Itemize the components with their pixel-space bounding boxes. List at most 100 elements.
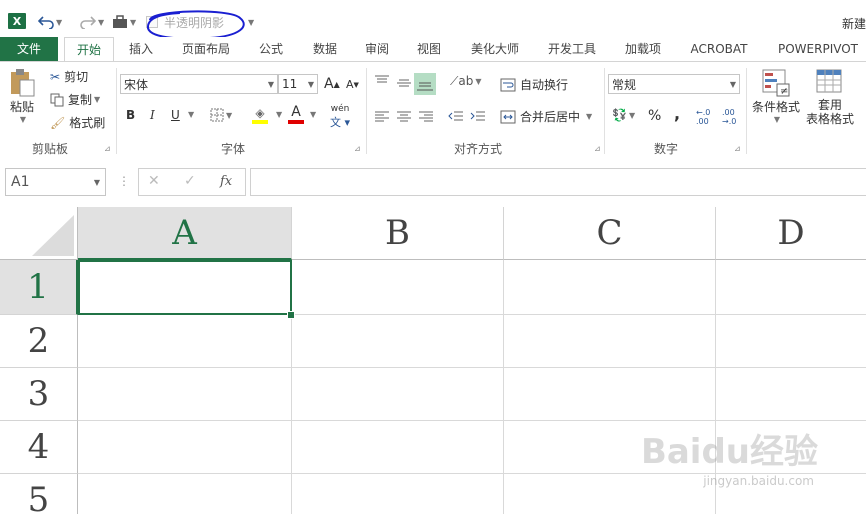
tab-beautify-master[interactable]: 美化大师 [464,37,526,61]
redo-icon [80,16,96,29]
column-header-d[interactable]: D [716,207,866,260]
separator [604,68,605,154]
row-header-4[interactable]: 4 [0,421,78,474]
formula-input[interactable] [250,168,866,196]
cut-button[interactable]: ✂ 剪切 [50,68,88,85]
fill-bucket-icon: ◈ [255,106,265,120]
document-title: 新建 [841,17,866,31]
border-button[interactable]: ▼ [210,108,232,122]
align-top-icon[interactable] [374,74,390,88]
fill-handle[interactable] [287,311,295,319]
font-color-button[interactable]: A [288,104,304,124]
wrap-text-button[interactable]: 自动换行 [500,76,568,93]
separator [746,68,747,154]
toolbox-icon [113,15,127,28]
conditional-format-label: 条件格式 [752,100,801,114]
conditional-format-button[interactable]: ≠ 条件格式 ▼ [752,68,800,124]
fill-color-dropdown[interactable]: ▼ [274,110,282,119]
undo-button[interactable]: ▼ [38,12,62,32]
shrink-font-button[interactable]: A ▼ [346,78,359,91]
insert-function-icon[interactable]: fx [220,174,232,189]
phonetic-button[interactable]: wén 文 ▾ [330,104,350,130]
column-header-c[interactable]: C [504,207,716,260]
clipboard-launcher-icon[interactable]: ⊿ [104,144,111,153]
font-name-value: 宋体 [124,77,149,92]
paste-label: 粘贴 [9,100,34,114]
font-launcher-icon[interactable]: ⊿ [354,144,361,153]
align-right-icon[interactable] [418,110,434,124]
orientation-button[interactable]: ⟋ab ▼ [450,74,482,89]
comma-button[interactable]: , [674,104,680,123]
shrink-font-icon: A [346,78,354,91]
align-center-icon[interactable] [396,110,412,124]
svg-text:≠: ≠ [780,86,788,97]
tab-review[interactable]: 审阅 [356,37,398,61]
tab-page-layout[interactable]: 页面布局 [176,37,236,61]
fill-color-button[interactable]: ◈ [252,106,268,124]
tab-data[interactable]: 数据 [304,37,346,61]
row-header-5[interactable]: 5 [0,474,78,514]
name-box-value: A1 [11,174,30,190]
baidu-watermark-url: jingyan.baidu.com [703,474,814,488]
underline-dropdown[interactable]: ▼ [186,110,194,119]
name-box[interactable]: A1 ▼ [5,168,106,196]
font-group-label: 字体 [221,142,246,156]
copy-button[interactable]: 复制 ▼ [50,91,100,108]
format-painter-button[interactable]: 🖌 格式刷 [50,114,105,131]
percent-button[interactable]: % [648,108,661,124]
merge-center-button[interactable]: 合并后居中 ▼ [500,108,592,125]
tab-formulas[interactable]: 公式 [250,37,292,61]
align-left-icon[interactable] [374,110,390,124]
ribbon-tabs: 文件 开始 插入 页面布局 公式 数据 审阅 视图 美化大师 开发工具 加载项 … [0,37,866,62]
tab-insert[interactable]: 插入 [118,37,164,61]
format-as-table-label-2: 表格格式 [806,112,855,126]
row-header-1[interactable]: 1 [0,260,78,315]
font-size-combo[interactable]: 11 ▼ [278,74,318,94]
row-header-2[interactable]: 2 [0,315,78,368]
bold-button[interactable]: B [126,108,135,122]
tab-developer[interactable]: 开发工具 [540,37,604,61]
redo-button[interactable]: ▼ [80,12,104,32]
accounting-format-button[interactable]: 💱 ▼ [612,108,635,122]
enter-icon[interactable]: ✓ [184,173,196,189]
decrease-indent-icon[interactable] [448,110,464,124]
tab-view[interactable]: 视图 [408,37,450,61]
tab-addins[interactable]: 加载项 [618,37,668,61]
gridline [78,367,866,368]
alignment-group-label: 对齐方式 [454,142,503,156]
number-launcher-icon[interactable]: ⊿ [734,144,741,153]
font-name-combo[interactable]: 宋体 ▼ [120,74,278,94]
tab-file[interactable]: 文件 [0,37,58,61]
increase-indent-icon[interactable] [470,110,486,124]
paste-button[interactable]: 粘贴 ▼ [8,68,36,124]
select-all-corner[interactable] [0,207,78,260]
row-header-3[interactable]: 3 [0,368,78,421]
number-format-combo[interactable]: 常规 ▼ [608,74,740,94]
increase-decimal-icon[interactable]: ←.0.00 [696,108,710,126]
cancel-icon[interactable]: ✕ [148,173,160,189]
tab-acrobat[interactable]: ACROBAT [682,37,756,61]
quick-access-toolbar: X ▼ ▼ ▼ 半透明阴影 ▼ 新建 [0,0,866,40]
format-as-table-icon [816,69,842,93]
currency-icon: 💱 [612,108,627,122]
font-color-swatch [288,120,304,124]
align-bottom-button[interactable] [414,73,436,95]
decrease-decimal-icon[interactable]: .00 →.0 [722,108,736,126]
align-middle-icon[interactable] [396,76,412,90]
undo-icon [38,16,54,29]
font-color-dropdown[interactable]: ▼ [308,110,316,119]
conditional-format-icon: ≠ [762,69,790,97]
tab-home[interactable]: 开始 [64,37,114,62]
grow-font-button[interactable]: A ▲ [324,76,340,92]
selected-cell-a1[interactable] [78,260,292,315]
toolbox-button[interactable]: ▼ [112,12,136,32]
alignment-launcher-icon[interactable]: ⊿ [594,144,601,153]
underline-button[interactable]: U [171,108,180,122]
formula-bar-grip-icon: ⋮ [118,174,130,188]
italic-button[interactable]: I [150,108,155,122]
scissors-icon: ✂ [50,69,61,84]
format-as-table-button[interactable]: 套用 表格格式 [806,68,854,126]
column-header-a[interactable]: A [78,207,292,260]
column-header-b[interactable]: B [292,207,504,260]
tab-powerpivot[interactable]: POWERPIVOT [770,37,866,61]
